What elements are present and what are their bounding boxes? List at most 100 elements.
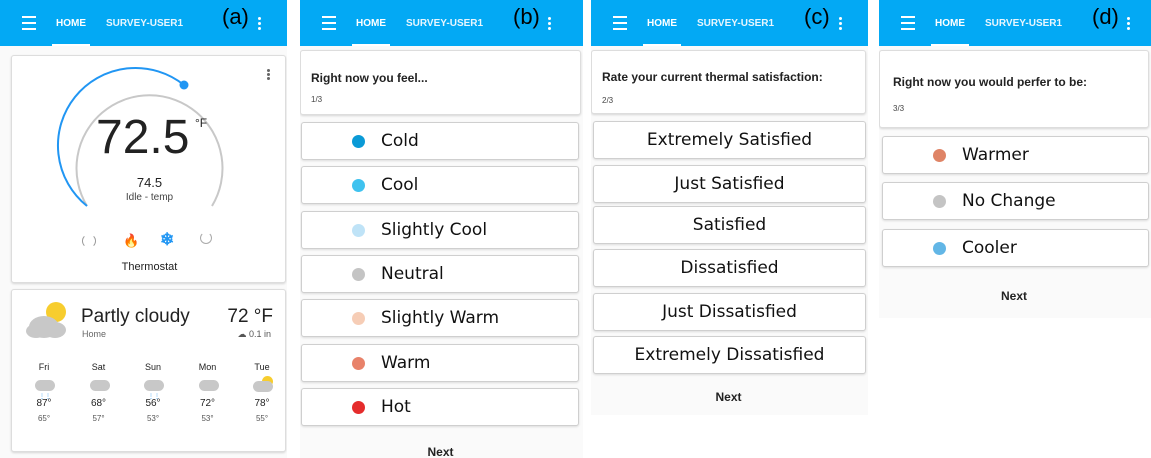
menu-icon[interactable] xyxy=(891,0,925,46)
mode-snowflake-icon[interactable]: ❄ xyxy=(160,230,174,250)
mode-cycle-icon[interactable] xyxy=(82,234,96,248)
option-label: Just Dissatisfied xyxy=(662,302,797,322)
forecast-day-name: Fri xyxy=(38,362,50,372)
thermostat-name: Thermostat xyxy=(121,261,178,273)
forecast-day-name: Sun xyxy=(144,362,161,372)
option-cold[interactable]: Cold xyxy=(301,122,579,160)
menu-icon[interactable] xyxy=(12,0,46,46)
progress-indicator: 1/3 xyxy=(311,95,323,104)
target-temperature: 74.5 xyxy=(136,175,163,190)
forecast-day-name: Sat xyxy=(91,362,106,372)
more-vert-icon[interactable] xyxy=(548,15,552,32)
mode-flame-icon[interactable]: 🔥 xyxy=(123,233,139,249)
color-dot xyxy=(352,134,365,148)
option-label: Extremely Dissatisfied xyxy=(634,345,825,365)
forecast-low: 53° xyxy=(146,414,160,423)
cloud-rain-icon: ⋮⋮ xyxy=(24,372,64,400)
tab-survey-user1[interactable]: SURVEY-USER1 xyxy=(975,0,1072,46)
forecast-day: Fri ⋮⋮ 87° 65° xyxy=(24,362,64,423)
weather-condition: Partly cloudy xyxy=(81,306,190,327)
panel-label: (c) xyxy=(804,4,830,29)
current-temperature: 72.5 xyxy=(96,111,190,164)
weather-card: Partly cloudy Home 72 °F ☁ 0.1 in Fri ⋮⋮… xyxy=(11,289,286,452)
option-label: Extremely Satisfied xyxy=(646,130,813,150)
option-extremely-dissatisfied[interactable]: Extremely Dissatisfied xyxy=(593,336,866,374)
option-just-dissatisfied[interactable]: Just Dissatisfied xyxy=(593,293,866,331)
option-satisfied[interactable]: Satisfied xyxy=(593,206,866,244)
forecast-day: Mon 72° 53° xyxy=(188,362,228,423)
tab-home[interactable]: HOME xyxy=(637,0,687,46)
app-bar: HOME SURVEY-USER1 (c) xyxy=(591,0,868,46)
option-extremely-satisfied[interactable]: Extremely Satisfied xyxy=(593,121,866,159)
forecast-high: 68° xyxy=(90,398,107,409)
forecast-high: 78° xyxy=(254,398,270,409)
tab-survey-user1[interactable]: SURVEY-USER1 xyxy=(396,0,493,46)
more-vert-icon[interactable] xyxy=(1127,15,1131,32)
option-slightly-cool[interactable]: Slightly Cool xyxy=(301,211,579,249)
tab-home[interactable]: HOME xyxy=(46,0,96,46)
panel-b: HOME SURVEY-USER1 (b) Right now you feel… xyxy=(300,0,583,458)
option-no-change[interactable]: No Change xyxy=(882,182,1149,220)
forecast-low: 53° xyxy=(201,414,214,423)
option-label: Cool xyxy=(381,175,419,195)
cloud-icon xyxy=(79,372,119,398)
color-dot xyxy=(352,311,365,325)
menu-icon[interactable] xyxy=(312,0,346,46)
color-dot xyxy=(933,148,946,162)
forecast-low: 65° xyxy=(37,414,51,423)
color-dot xyxy=(352,400,365,414)
forecast-day-name: Tue xyxy=(254,362,270,372)
option-hot[interactable]: Hot xyxy=(301,388,579,426)
partly-cloudy-icon xyxy=(242,372,282,398)
weather-temperature: 72 °F xyxy=(227,306,273,327)
panel-label: (b) xyxy=(513,4,540,29)
color-dot xyxy=(352,178,365,192)
cloud-rain-icon: ⋮⋮ xyxy=(133,372,173,400)
thermostat-card: 72.5 °F 74.5 Idle - temp 🔥 ❄ Thermostat xyxy=(11,55,286,283)
option-label: Cold xyxy=(381,131,419,151)
option-label: No Change xyxy=(962,191,1056,211)
option-label: Warmer xyxy=(962,145,1029,165)
option-label: Dissatisfied xyxy=(680,258,779,278)
menu-icon[interactable] xyxy=(603,0,637,46)
option-neutral[interactable]: Neutral xyxy=(301,255,579,293)
forecast-day: Tue 78° 55° xyxy=(242,362,282,423)
tab-home[interactable]: HOME xyxy=(346,0,396,46)
color-dot xyxy=(933,241,946,255)
option-label: Just Satisfied xyxy=(674,174,785,194)
question-text: Right now you feel... xyxy=(311,71,428,85)
weather-location: Home xyxy=(82,329,107,339)
option-label: Slightly Cool xyxy=(381,220,488,240)
next-button[interactable]: Next xyxy=(300,445,581,458)
forecast-day-name: Mon xyxy=(198,362,217,372)
next-button[interactable]: Next xyxy=(879,289,1149,303)
option-slightly-warm[interactable]: Slightly Warm xyxy=(301,299,579,337)
option-warmer[interactable]: Warmer xyxy=(882,136,1149,174)
progress-indicator: 2/3 xyxy=(602,96,614,105)
option-dissatisfied[interactable]: Dissatisfied xyxy=(593,249,866,287)
rain-cloud-icon: ☁ xyxy=(237,329,249,339)
option-label: Cooler xyxy=(962,238,1017,258)
thermostat-status: Idle - temp xyxy=(125,192,174,203)
panel-label: (d) xyxy=(1092,4,1119,29)
color-dot xyxy=(933,194,946,208)
next-button[interactable]: Next xyxy=(591,390,866,404)
mode-power-icon[interactable] xyxy=(200,232,212,244)
option-cooler[interactable]: Cooler xyxy=(882,229,1149,267)
forecast-day: Sat 68° 57° xyxy=(79,362,119,423)
question-text: Right now you would perfer to be: xyxy=(893,75,1087,89)
forecast-low: 57° xyxy=(92,414,105,423)
tab-home[interactable]: HOME xyxy=(925,0,975,46)
partly-cloudy-icon xyxy=(26,302,66,338)
more-vert-icon[interactable] xyxy=(839,15,843,32)
tab-survey-user1[interactable]: SURVEY-USER1 xyxy=(96,0,193,46)
dial-handle xyxy=(179,80,189,90)
color-dot xyxy=(352,267,365,281)
app-bar: HOME SURVEY-USER1 (b) xyxy=(300,0,583,46)
option-cool[interactable]: Cool xyxy=(301,166,579,204)
more-vert-icon[interactable] xyxy=(258,15,262,32)
option-just-satisfied[interactable]: Just Satisfied xyxy=(593,165,866,203)
tab-survey-user1[interactable]: SURVEY-USER1 xyxy=(687,0,784,46)
option-warm[interactable]: Warm xyxy=(301,344,579,382)
forecast-day: Sun ⋮⋮ 56° 53° xyxy=(133,362,173,423)
